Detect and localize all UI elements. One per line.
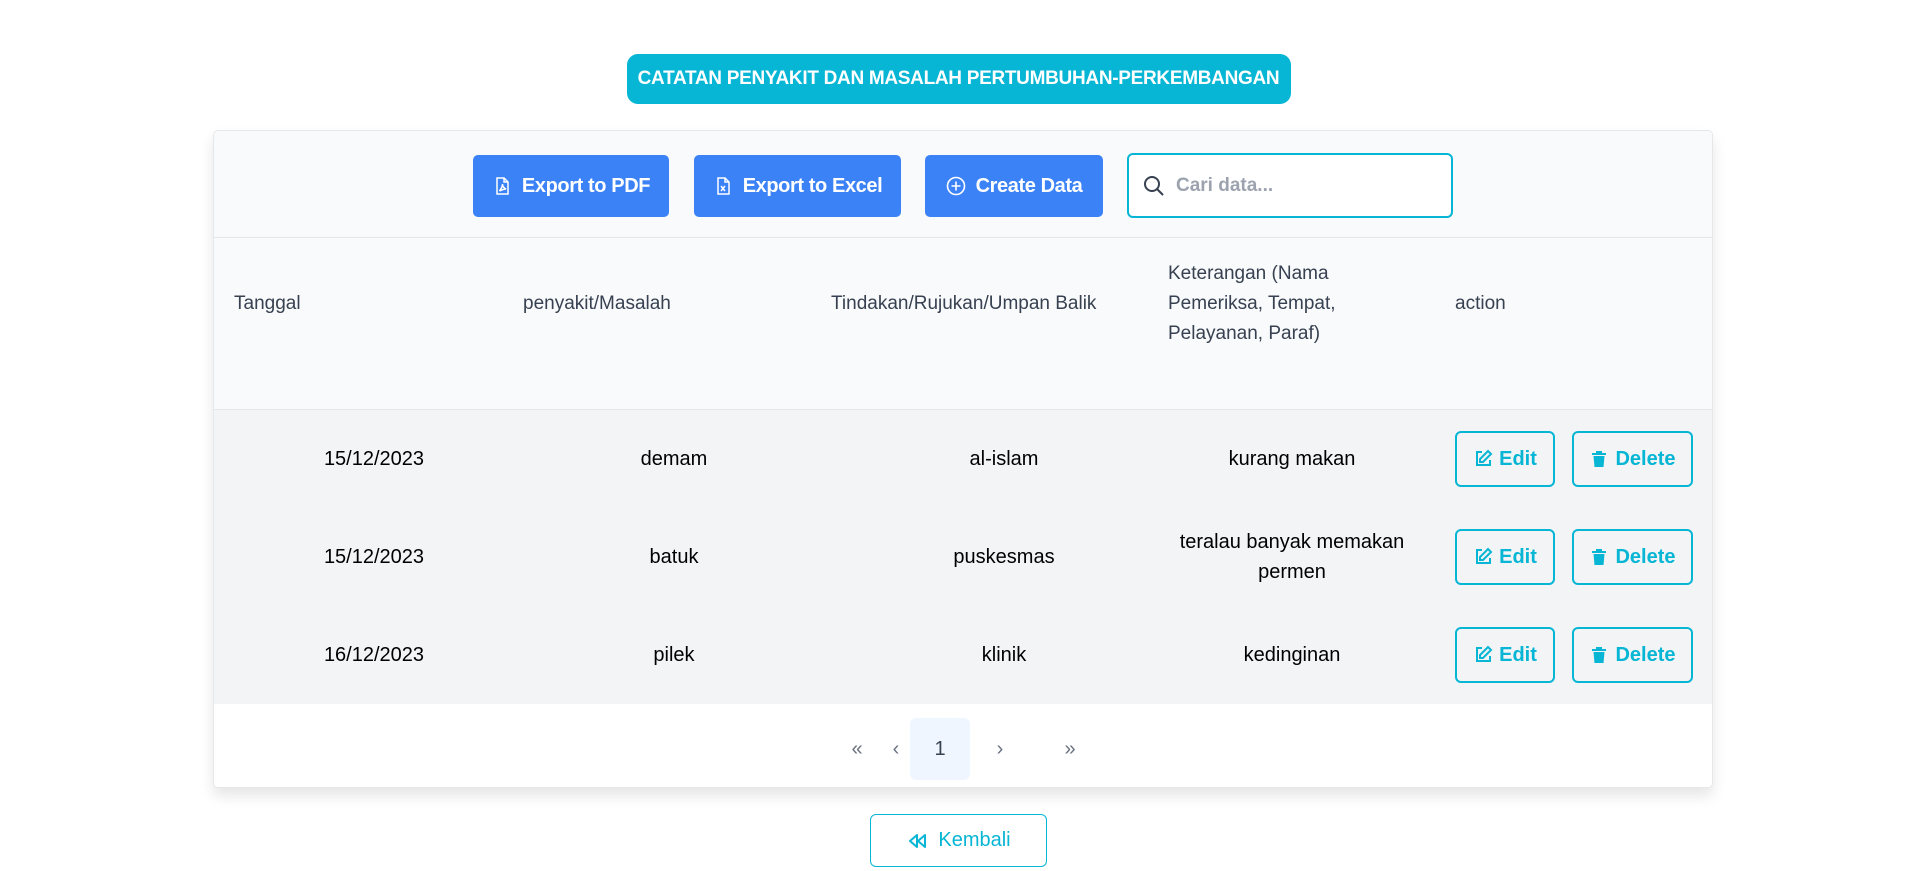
cell-tanggal: 15/12/2023	[323, 546, 425, 568]
cell-tindakan: klinik	[981, 644, 1027, 666]
cell-tanggal: 16/12/2023	[323, 644, 425, 666]
trash-icon	[1592, 451, 1607, 467]
pagination: « ‹ 1 › »	[214, 704, 1712, 787]
edit-icon	[1476, 449, 1493, 466]
next-page-button[interactable]: ›	[988, 718, 1012, 780]
delete-label: Delete	[1615, 643, 1676, 666]
delete-button[interactable]: Delete	[1572, 529, 1693, 585]
export-excel-button[interactable]: Export to Excel	[694, 155, 901, 217]
edit-label: Edit	[1499, 545, 1537, 568]
edit-label: Edit	[1499, 447, 1537, 470]
back-label: Kembali	[938, 829, 1011, 851]
trash-icon	[1592, 647, 1607, 663]
delete-button[interactable]: Delete	[1572, 431, 1693, 487]
edit-icon	[1476, 547, 1493, 564]
cell-tindakan: puskesmas	[953, 546, 1055, 568]
edit-label: Edit	[1499, 643, 1537, 666]
table-row: 15/12/2023 batuk puskesmas teralau banya…	[214, 508, 1712, 606]
cell-penyakit: pilek	[653, 644, 695, 666]
export-excel-label: Export to Excel	[742, 174, 883, 197]
page-1-button[interactable]: 1	[910, 718, 970, 780]
cell-keterangan: teralau banyak memakan permen	[1179, 531, 1405, 583]
cell-penyakit: demam	[640, 448, 708, 470]
header-penyakit: penyakit/Masalah	[523, 292, 671, 314]
prev-page-button[interactable]: ‹	[884, 718, 908, 780]
double-chevron-left-icon	[909, 833, 927, 848]
export-pdf-label: Export to PDF	[521, 174, 651, 197]
table-row: 16/12/2023 pilek klinik kedinginan Edit …	[214, 606, 1712, 704]
create-data-button[interactable]: Create Data	[925, 155, 1103, 217]
table-row: 15/12/2023 demam al-islam kurang makan E…	[214, 410, 1712, 508]
header-tanggal: Tanggal	[234, 292, 301, 314]
table-body: 15/12/2023 demam al-islam kurang makan E…	[214, 410, 1712, 704]
last-page-button[interactable]: »	[1055, 718, 1085, 780]
trash-icon	[1592, 549, 1607, 565]
delete-button[interactable]: Delete	[1572, 627, 1693, 683]
toolbar: Export to PDF Export to Excel Create Dat…	[214, 131, 1712, 238]
table-header: Tanggal penyakit/Masalah Tindakan/Rujuka…	[214, 238, 1712, 410]
edit-icon	[1476, 645, 1493, 662]
search-box	[1127, 153, 1453, 218]
export-pdf-button[interactable]: Export to PDF	[473, 155, 669, 217]
search-input[interactable]	[1176, 174, 1436, 197]
delete-label: Delete	[1615, 545, 1676, 568]
cell-tanggal: 15/12/2023	[323, 448, 425, 470]
cell-keterangan: kurang makan	[1228, 448, 1356, 470]
delete-label: Delete	[1615, 447, 1676, 470]
back-button[interactable]: Kembali	[870, 814, 1047, 867]
table-card: Export to PDF Export to Excel Create Dat…	[213, 130, 1713, 788]
edit-button[interactable]: Edit	[1455, 627, 1555, 683]
file-excel-icon	[716, 177, 730, 195]
plus-circle-icon	[946, 176, 965, 196]
edit-button[interactable]: Edit	[1455, 431, 1555, 487]
search-icon	[1144, 175, 1164, 196]
edit-button[interactable]: Edit	[1455, 529, 1555, 585]
header-keterangan: Keterangan (Nama Pemeriksa, Tempat, Pela…	[1168, 262, 1336, 344]
cell-tindakan: al-islam	[969, 448, 1039, 470]
cell-penyakit: batuk	[649, 546, 699, 568]
create-data-label: Create Data	[975, 174, 1083, 197]
cell-keterangan: kedinginan	[1243, 644, 1341, 666]
header-tindakan: Tindakan/Rujukan/Umpan Balik	[831, 292, 1097, 314]
first-page-button[interactable]: «	[842, 718, 872, 780]
header-action: action	[1455, 292, 1506, 314]
file-pdf-icon	[496, 177, 509, 195]
page-title: CATATAN PENYAKIT DAN MASALAH PERTUMBUHAN…	[626, 54, 1291, 104]
